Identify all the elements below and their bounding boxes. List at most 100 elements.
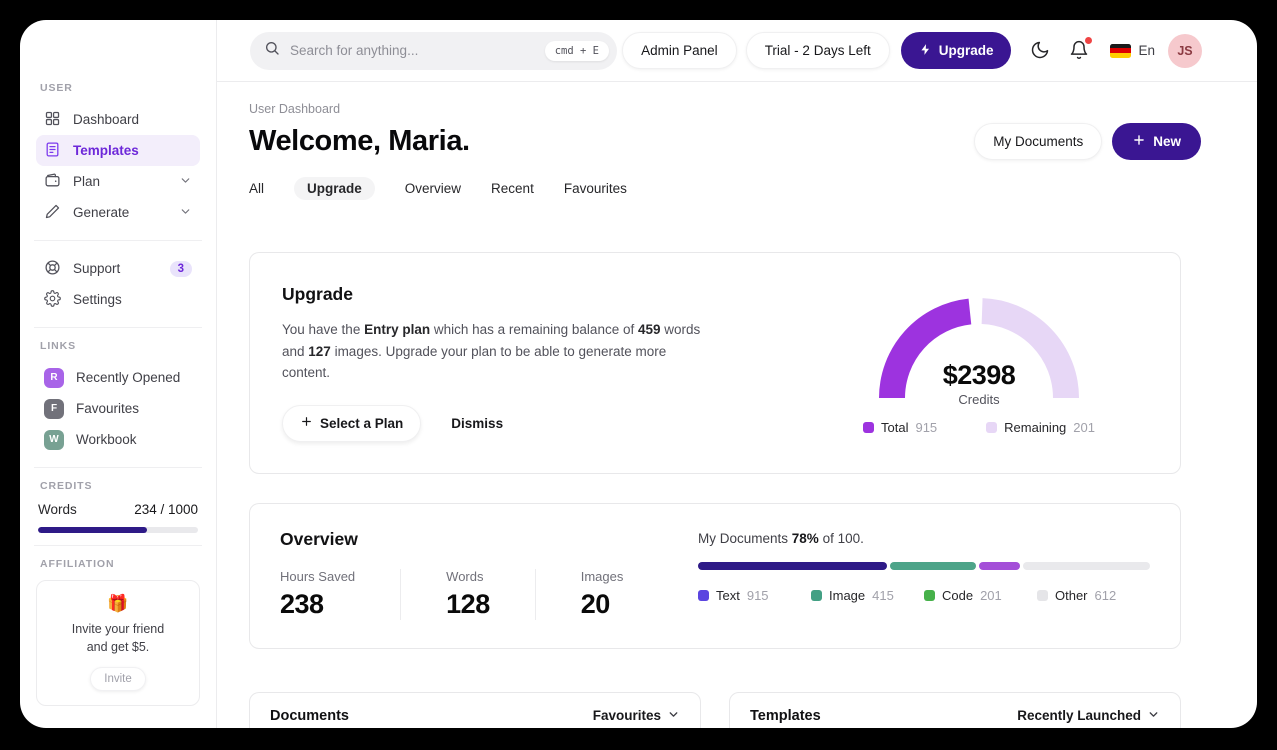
sidebar-section-credits: CREDITS [40, 480, 93, 492]
upgrade-card: Upgrade You have the Entry plan which ha… [249, 252, 1181, 474]
breadcrumb: User Dashboard [249, 102, 341, 116]
trial-status-button[interactable]: Trial - 2 Days Left [745, 32, 890, 69]
filter-tabs: All Upgrade Overview Recent Favourites [249, 177, 1201, 200]
tab-recent[interactable]: Recent [491, 177, 534, 200]
notification-dot [1085, 36, 1093, 44]
credits-value: 234 / 1000 [134, 502, 198, 517]
documents-card: Documents Favourites Untitled Document i… [249, 691, 701, 728]
chevron-down-icon [667, 708, 680, 724]
my-documents-button[interactable]: My Documents [974, 123, 1103, 160]
credits-gauge: $2398 Credits Total 915 Remaining 201 [848, 284, 1110, 442]
notifications-button[interactable] [1069, 36, 1093, 64]
admin-panel-button[interactable]: Admin Panel [622, 32, 737, 69]
dashboard-content: User Dashboard Welcome, Maria. My Docume… [217, 82, 1257, 728]
sidebar-section-user: USER [40, 82, 73, 94]
plus-icon [300, 415, 313, 431]
sidebar-section-affiliation: AFFILIATION [40, 558, 115, 570]
sidebar-item-label: Plan [73, 174, 101, 189]
chevron-down-icon [179, 205, 192, 221]
search-input[interactable] [280, 43, 545, 58]
stat-hours-saved: Hours Saved 238 [280, 568, 356, 619]
stacked-bar-legend: Text 915 Image 415 Code 201 Other 612 [698, 588, 1150, 603]
sidebar-link-workbook[interactable]: W Workbook [36, 424, 200, 455]
sidebar-item-settings[interactable]: Settings [36, 284, 200, 315]
upgrade-card-left: Upgrade You have the Entry plan which ha… [282, 284, 717, 442]
sidebar-item-label: Generate [73, 205, 130, 220]
templates-card-title: Templates [750, 707, 821, 724]
legend-item-other: Other 612 [1037, 588, 1150, 603]
overview-card-title: Overview [280, 528, 358, 549]
sidebar-section-links: LINKS [40, 340, 76, 352]
link-initial-badge: R [44, 367, 64, 388]
upgrade-button[interactable]: Upgrade [900, 32, 1012, 69]
sidebar-item-support[interactable]: Support 3 [36, 253, 200, 284]
legend-item-code: Code 201 [924, 588, 1037, 603]
templates-filter-dropdown[interactable]: Recently Launched [1017, 708, 1160, 724]
sidebar-link-label: Recently Opened [76, 370, 181, 385]
sidebar-item-label: Support [73, 261, 121, 276]
documents-progress-block: My Documents 78% of 100. Text 915 Image [698, 531, 1150, 603]
sidebar-item-label: Settings [73, 292, 122, 307]
templates-card: Templates Recently Launched Blog Post Ti… [729, 691, 1181, 728]
tab-favourites[interactable]: Favourites [564, 177, 627, 200]
affiliation-text: Invite your friend and get $5. [71, 622, 165, 655]
upgrade-card-body: You have the Entry plan which has a rema… [282, 322, 701, 381]
gauge-center-sublabel: Credits [958, 392, 1000, 407]
link-initial-badge: W [44, 429, 64, 450]
legend-swatch [924, 589, 935, 601]
sidebar-divider [34, 240, 202, 241]
sidebar-item-templates[interactable]: Templates [36, 135, 200, 166]
language-flag-germany[interactable] [1110, 43, 1132, 58]
documents-card-title: Documents [270, 707, 349, 724]
bar-segment-other [1023, 561, 1150, 570]
topbar: cmd + E Admin Panel Trial - 2 Days Left … [217, 20, 1257, 82]
sidebar-item-generate[interactable]: Generate [36, 197, 200, 228]
dark-mode-toggle[interactable] [1030, 40, 1052, 62]
bar-segment-image [890, 561, 976, 570]
new-button[interactable]: New [1112, 123, 1201, 160]
dismiss-button[interactable]: Dismiss [451, 416, 503, 431]
search-bar[interactable]: cmd + E [250, 31, 617, 70]
affiliation-card: 🎁 Invite your friend and get $5. Invite [36, 580, 200, 707]
tab-all[interactable]: All [249, 177, 264, 200]
bell-icon [1069, 40, 1089, 64]
credits-row: Words 234 / 1000 [36, 502, 200, 517]
legend-item-image: Image 415 [811, 588, 924, 603]
sidebar-link-label: Workbook [76, 432, 137, 447]
support-count-badge: 3 [169, 260, 192, 277]
sidebar-item-plan[interactable]: Plan [36, 166, 200, 197]
bar-segment-code [978, 561, 1021, 570]
sidebar-item-label: Templates [73, 143, 139, 158]
sidebar-link-recently-opened[interactable]: R Recently Opened [36, 362, 200, 393]
documents-progress-label: My Documents 78% of 100. [698, 530, 864, 546]
sidebar-divider [34, 467, 202, 468]
legend-swatch [1037, 589, 1048, 601]
documents-stacked-bar [698, 561, 1150, 570]
language-label[interactable]: En [1138, 43, 1155, 58]
bar-segment-text [698, 561, 888, 570]
sidebar-item-dashboard[interactable]: Dashboard [36, 104, 200, 135]
legend-swatch [698, 589, 709, 601]
pencil-icon [44, 203, 61, 223]
search-shortcut-badge: cmd + E [544, 40, 609, 61]
user-avatar[interactable]: JS [1168, 33, 1202, 68]
legend-item-remaining: Remaining 201 [986, 420, 1095, 435]
tab-overview[interactable]: Overview [405, 177, 461, 200]
lifebuoy-icon [44, 259, 61, 279]
documents-filter-dropdown[interactable]: Favourites [593, 708, 680, 724]
legend-item-total: Total 915 [863, 420, 937, 435]
gift-icon: 🎁 [107, 594, 129, 613]
gauge-legend: Total 915 Remaining 201 [863, 420, 1095, 435]
sidebar: USER Dashboard Templates Plan Generate S… [20, 20, 217, 728]
sidebar-link-favourites[interactable]: F Favourites [36, 393, 200, 424]
chevron-down-icon [179, 174, 192, 190]
select-plan-button[interactable]: Select a Plan [282, 404, 422, 442]
legend-swatch [811, 589, 822, 601]
legend-swatch [986, 422, 998, 433]
tab-upgrade[interactable]: Upgrade [294, 177, 375, 200]
search-icon [264, 40, 280, 61]
invite-button[interactable]: Invite [90, 667, 146, 692]
legend-item-text: Text 915 [698, 588, 811, 603]
overview-card: Overview Hours Saved 238 Words 128 Image… [249, 502, 1181, 649]
page-title: Welcome, Maria. [249, 125, 470, 157]
